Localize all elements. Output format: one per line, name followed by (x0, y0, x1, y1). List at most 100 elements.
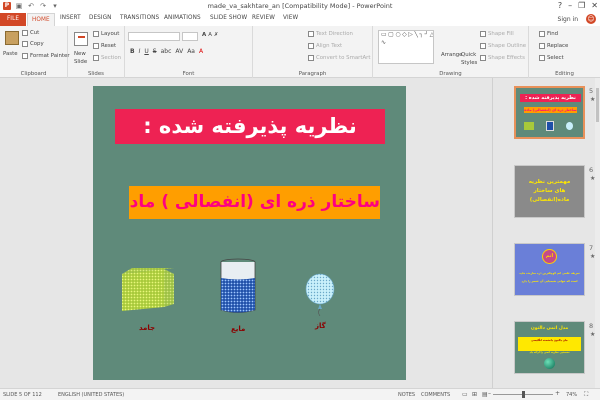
font-size-input[interactable] (182, 32, 198, 41)
thumbnail-slide-7[interactable]: اتم تعریف علمی اتم کوچکترین ذره سازنده م… (514, 243, 585, 296)
fit-slide-icon[interactable]: ⛶ (584, 391, 588, 399)
thumb6-line3: ماده(انفصالی) (529, 197, 570, 203)
clear-format-button[interactable]: ✗ (214, 32, 219, 38)
quick-styles-button[interactable]: Quick (461, 52, 476, 58)
shrink-font-button[interactable]: A (208, 32, 212, 38)
feedback-smiley-icon[interactable]: ☺ (586, 14, 596, 24)
shapes-gallery[interactable]: ▭▢○◇▷╲┐┘△⬠⬡☆{}∿ (378, 30, 434, 64)
tab-transitions[interactable]: TRANSITIONS (120, 15, 159, 21)
font-color-button[interactable]: A (199, 48, 203, 55)
align-text-button[interactable]: Align Text (308, 43, 342, 49)
slide-thumbnail-panel[interactable]: 5 ★ نظریه پذیرفته شده : ساختار ذره ای (ا… (492, 78, 600, 388)
slide-title[interactable]: نظریه پذیرفته شده : (115, 109, 385, 144)
liquid-beaker-image[interactable] (218, 258, 258, 315)
format-painter-label: Format Painter (30, 53, 70, 59)
zoom-in-button[interactable]: + (555, 390, 560, 397)
thumb6-line2: های ساختار (533, 188, 566, 194)
current-slide[interactable]: نظریه پذیرفته شده : ساختار ذره ای (انفصا… (93, 86, 406, 380)
tab-slide-show[interactable]: SLIDE SHOW (210, 15, 247, 21)
grow-font-button[interactable]: A (202, 32, 206, 38)
tab-insert[interactable]: INSERT (60, 15, 81, 21)
slide-sorter-icon[interactable]: ⊞ (472, 391, 477, 398)
underline-button[interactable]: U (144, 48, 148, 55)
tab-view[interactable]: VIEW (283, 15, 298, 21)
format-painter-button[interactable]: Format Painter (22, 53, 70, 59)
thumb6-line1: مهمترین نظریه (528, 179, 571, 185)
slides-label: Slides (88, 71, 104, 77)
bold-button[interactable]: B (130, 48, 135, 55)
gas-label: گاز (315, 322, 326, 330)
tab-file[interactable]: FILE (0, 13, 26, 26)
smartart-icon (308, 55, 314, 61)
section-button[interactable]: Section (93, 55, 121, 61)
paste-button[interactable]: Paste (3, 51, 18, 57)
tab-review[interactable]: REVIEW (252, 15, 275, 21)
italic-button[interactable]: I (139, 48, 141, 55)
zoom-slider-knob[interactable] (522, 391, 525, 398)
restore-button[interactable]: ❐ (578, 1, 585, 10)
reading-view-icon[interactable]: ▤ (482, 391, 488, 398)
thumbnail-slide-5[interactable]: نظریه پذیرفته شده : ساختار ذره ای (انفصا… (514, 86, 585, 139)
tab-design[interactable]: DESIGN (89, 15, 112, 21)
thumb7-text1: تعریف علمی اتم کوچکترین ذره سازنده ماده (519, 271, 580, 275)
notes-button[interactable]: NOTES (398, 392, 415, 398)
quick-styles-button-2[interactable]: Styles (461, 60, 477, 66)
liquid-label: مایع (231, 325, 246, 333)
language-indicator[interactable]: ENGLISH (UNITED STATES) (58, 392, 124, 398)
shape-fill-button[interactable]: Shape Fill (480, 31, 514, 37)
solid-cube-image[interactable] (118, 266, 176, 312)
tab-animations[interactable]: ANIMATIONS (164, 15, 201, 21)
thumb5-balloon (566, 122, 573, 130)
layout-button[interactable]: Layout (93, 31, 119, 37)
gas-balloon-image[interactable] (304, 273, 336, 316)
ribbon-tabs: FILE HOME INSERT DESIGN TRANSITIONS ANIM… (0, 13, 600, 27)
select-button[interactable]: Select (539, 55, 564, 61)
paste-icon (5, 31, 19, 45)
replace-button[interactable]: Replace (539, 43, 568, 49)
help-button[interactable]: ? (558, 1, 562, 10)
ribbon-home: Paste Cut Copy Format Painter Clipboard … (0, 26, 600, 78)
title-bar: P ▣ ↶ ↷ ▾ made_va_sakhtare_an [Compatibi… (0, 0, 600, 13)
change-case-button[interactable]: Aa (187, 48, 195, 55)
section-icon (93, 55, 99, 61)
sign-in-link[interactable]: Sign in (558, 16, 578, 23)
shape-outline-button[interactable]: Shape Outline (480, 43, 526, 49)
comments-button[interactable]: COMMENTS (421, 392, 450, 398)
editing-group: Find Replace Select Editing (529, 26, 600, 78)
thumb5-cube (524, 122, 534, 130)
thumbnail-slide-6[interactable]: مهمترین نظریه های ساختار ماده(انفصالی) (514, 165, 585, 218)
cut-button[interactable]: Cut (22, 30, 39, 36)
thumb8-text2: نخستین نظریه اتمی را ارائه داد (529, 351, 570, 354)
new-slide-button-2[interactable]: Slide (74, 59, 87, 65)
new-slide-button[interactable]: New (74, 51, 86, 57)
reset-button[interactable]: Reset (93, 43, 116, 49)
arrange-button[interactable]: Arrange (441, 52, 462, 58)
normal-view-icon[interactable]: ▭ (462, 391, 468, 398)
slide-subtitle[interactable]: ساختار ذره ای (انفصالی ) ماده (129, 186, 380, 219)
tab-home[interactable]: HOME (27, 13, 55, 27)
window-title: made_va_sakhtare_an [Compatibility Mode]… (207, 2, 393, 10)
zoom-out-button[interactable]: – (488, 390, 491, 397)
convert-smartart-button[interactable]: Convert to SmartArt (308, 55, 370, 61)
find-button[interactable]: Find (539, 31, 558, 37)
strikethrough-button[interactable]: S (153, 48, 157, 55)
text-shadow-button[interactable]: abc (161, 48, 172, 55)
char-spacing-button[interactable]: AV (175, 48, 183, 55)
thumbnail-slide-8[interactable]: مدل اتمی دالتون جان دالتون دانشمند انگلی… (514, 321, 585, 374)
cursor-icon (539, 55, 545, 61)
thumb-number-8: 8 (589, 322, 594, 330)
close-button[interactable]: ✕ (591, 1, 598, 10)
zoom-level[interactable]: 74% (566, 392, 577, 398)
minimize-button[interactable]: – (568, 1, 572, 10)
reset-label: Reset (101, 43, 117, 49)
copy-button[interactable]: Copy (22, 41, 44, 47)
text-direction-button[interactable]: Text Direction (308, 31, 353, 37)
scrollbar-thumb[interactable] (596, 88, 599, 122)
slide-editor[interactable]: نظریه پذیرفته شده : ساختار ذره ای (انفصا… (0, 78, 492, 388)
thumb-number-5: 5 (589, 87, 594, 95)
magnifier-icon (539, 31, 545, 37)
font-label: Font (182, 71, 195, 77)
thumbnail-scrollbar[interactable] (595, 78, 600, 388)
font-name-input[interactable] (128, 32, 180, 41)
shape-effects-button[interactable]: Shape Effects (480, 55, 525, 61)
